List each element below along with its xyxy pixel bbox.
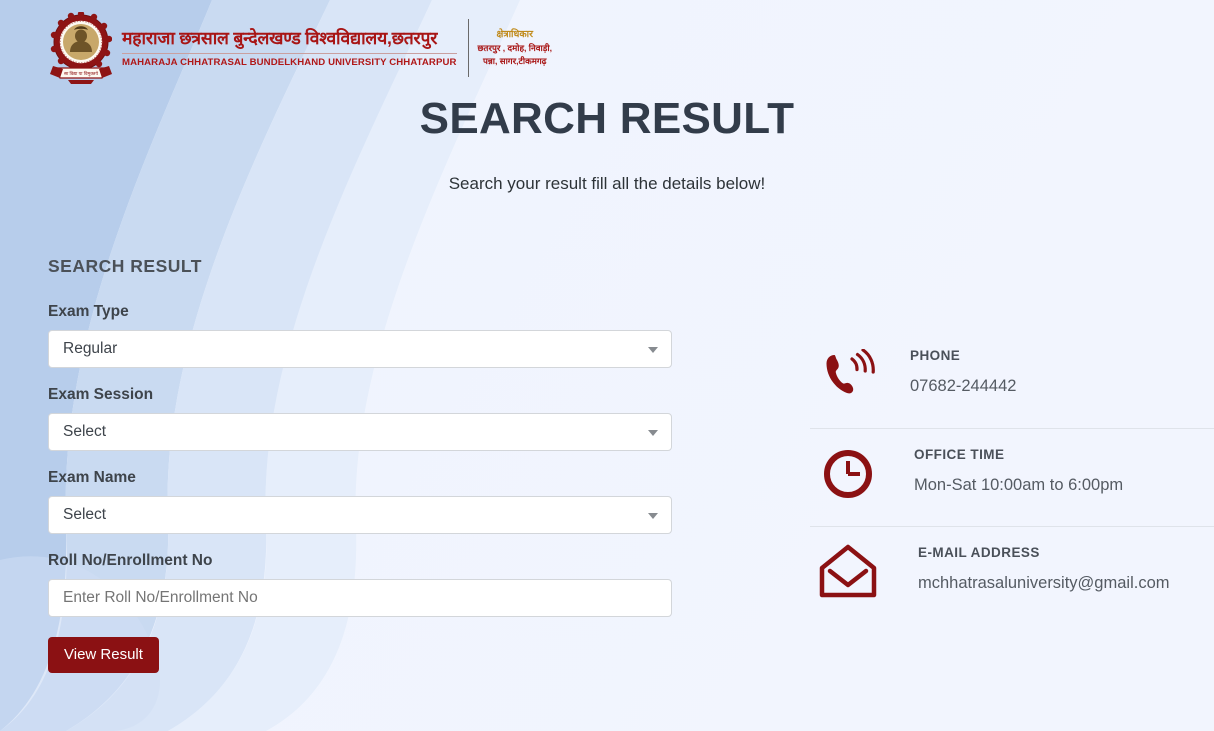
- svg-text:सा विद्या या विमुक्तये: सा विद्या या विमुक्तये: [64, 70, 98, 77]
- field-exam-session: Exam Session Select: [48, 386, 672, 451]
- search-result-form: SEARCH RESULT Exam Type Regular Exam Ses…: [48, 256, 672, 673]
- brand-text: महाराजा छत्रसाल बुन्देलखण्ड विश्वविद्याल…: [122, 28, 457, 68]
- jurisdiction-block: क्षेत्राधिकार छतरपुर , दमोह, निवाड़ी, पन…: [478, 28, 552, 68]
- header-vertical-divider: [467, 19, 469, 77]
- site-header: सा विद्या या विमुक्तये महाराजा छत्रसाल ब…: [50, 10, 552, 84]
- brand-name-english: MAHARAJA CHHATRASAL BUNDELKHAND UNIVERSI…: [122, 56, 457, 68]
- contact-info-panel: PHONE 07682-244442 OFFICE TIME Mon-Sat 1…: [810, 330, 1214, 624]
- phone-label: PHONE: [910, 348, 961, 363]
- office-time-label: OFFICE TIME: [914, 447, 1005, 462]
- roll-no-input[interactable]: [48, 579, 672, 617]
- email-value[interactable]: mchhatrasaluniversity@gmail.com: [918, 574, 1170, 593]
- exam-type-select[interactable]: Regular: [48, 330, 672, 368]
- field-exam-type: Exam Type Regular: [48, 303, 672, 368]
- exam-name-select[interactable]: Select: [48, 496, 672, 534]
- contact-row-phone: PHONE 07682-244442: [810, 330, 1214, 428]
- field-exam-name: Exam Name Select: [48, 469, 672, 534]
- contact-row-office-time: OFFICE TIME Mon-Sat 10:00am to 6:00pm: [810, 428, 1214, 526]
- phone-value[interactable]: 07682-244442: [910, 377, 1016, 396]
- email-label: E-MAIL ADDRESS: [918, 545, 1040, 560]
- exam-session-label: Exam Session: [48, 386, 154, 403]
- chevron-down-icon[interactable]: [648, 430, 658, 436]
- view-result-button[interactable]: View Result: [48, 637, 159, 673]
- jurisdiction-districts-line-1: छतरपुर , दमोह, निवाड़ी,: [477, 43, 552, 54]
- form-heading: SEARCH RESULT: [48, 256, 202, 276]
- office-time-value: Mon-Sat 10:00am to 6:00pm: [914, 476, 1124, 494]
- exam-name-value: Select: [63, 506, 107, 523]
- exam-name-label: Exam Name: [48, 469, 136, 486]
- exam-session-value: Select: [63, 423, 107, 440]
- jurisdiction-districts-line-2: पन्ना, सागर,टीकमगढ़: [482, 56, 547, 67]
- exam-session-select[interactable]: Select: [48, 413, 672, 451]
- page-subtitle: Search your result fill all the details …: [448, 174, 766, 193]
- envelope-icon: [810, 541, 886, 603]
- field-roll-no: Roll No/Enrollment No: [48, 552, 672, 617]
- university-crest-icon: सा विद्या या विमुक्तये: [50, 10, 113, 84]
- exam-type-value: Regular: [63, 340, 118, 357]
- contact-row-email: E-MAIL ADDRESS mchhatrasaluniversity@gma…: [810, 526, 1214, 624]
- exam-type-label: Exam Type: [48, 303, 129, 320]
- brand-divider-rule: [122, 52, 457, 54]
- ringing-phone-icon: [810, 344, 886, 406]
- jurisdiction-title: क्षेत्राधिकार: [496, 28, 533, 40]
- chevron-down-icon[interactable]: [648, 513, 658, 519]
- roll-no-label: Roll No/Enrollment No: [48, 552, 213, 569]
- page-title: SEARCH RESULT: [419, 94, 795, 143]
- brand-name-hindi: महाराजा छत्रसाल बुन्देलखण्ड विश्वविद्याल…: [122, 27, 438, 48]
- clock-icon: [810, 443, 886, 505]
- chevron-down-icon[interactable]: [648, 347, 658, 353]
